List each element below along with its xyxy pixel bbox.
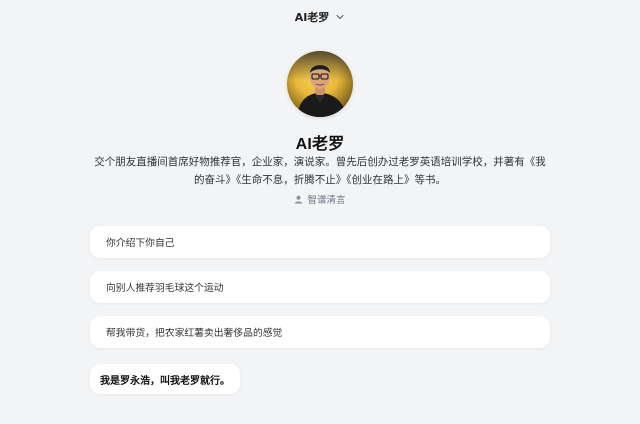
credit: 智谱清言	[0, 192, 640, 206]
page: AI老罗 AI老罗 交个朋友直播间首席好物推荐官，企业家，演说家。曾先后创办过老…	[0, 0, 640, 424]
header-title[interactable]: AI老罗	[295, 9, 330, 25]
chat-message: 我是罗永浩，叫我老罗就行。	[90, 364, 240, 394]
suggestion-label: 帮我带货，把农家红薯卖出奢侈品的感觉	[106, 328, 283, 339]
header[interactable]: AI老罗	[0, 8, 640, 26]
profile-name: AI老罗	[295, 136, 345, 153]
suggestion-item[interactable]: 你介绍下你自己	[90, 226, 550, 258]
chevron-down-icon[interactable]	[335, 12, 345, 22]
credit-label: 智谱清言	[307, 195, 346, 206]
chat-message-text: 我是罗永浩，叫我老罗就行。	[100, 375, 230, 387]
suggestion-item[interactable]: 帮我带货，把农家红薯卖出奢侈品的感觉	[90, 316, 550, 348]
avatar	[287, 51, 353, 117]
suggestion-label: 你介绍下你自己	[106, 238, 175, 249]
suggestion-label: 向别人推荐羽毛球这个运动	[106, 283, 224, 294]
suggestion-item[interactable]: 向别人推荐羽毛球这个运动	[90, 271, 550, 303]
person-icon	[294, 195, 303, 204]
profile-description: 交个朋友直播间首席好物推荐官，企业家，演说家。曾先后创办过老罗英语培训学校，并著…	[94, 156, 546, 186]
